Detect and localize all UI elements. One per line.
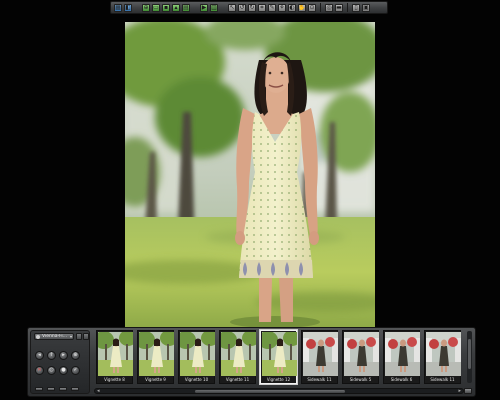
web-gallery-icon[interactable]: ▥ [210,3,218,12]
previous-image-button[interactable]: ◂ [35,351,44,360]
sort-button[interactable] [83,333,89,340]
scrollbar-thumb[interactable] [195,390,345,393]
levels-icon[interactable]: ◐ [288,3,296,12]
crop-icon[interactable]: ⌗ [258,3,266,12]
pick-button[interactable]: ✓ [71,366,80,375]
filmstrip-icon[interactable]: ▬ [335,3,343,12]
thumbnail[interactable]: Vignette 10 [178,330,215,384]
chevron-down-icon: ▾ [69,334,72,339]
main-photo-image [125,22,375,327]
thumbnail[interactable]: Sidewalk 6 [383,330,420,384]
scroll-right-icon[interactable]: ▸ [458,388,461,394]
thumbnail-caption: Sidewalk 11 [430,377,455,382]
thumbnail-caption: Vignette 9 [145,377,166,382]
thumbnail-caption: Vignette 12 [266,377,291,382]
info-panel-icon[interactable]: ▯ [352,3,360,12]
thumbnail-caption: Vignette 8 [104,377,125,382]
filmstrip-vertical-scrollbar[interactable] [467,331,472,383]
save-icon[interactable]: ▪ [162,3,170,12]
zoom-icon[interactable]: ⊙ [308,3,316,12]
thumbnail-strip: Vignette 8 Vignette 9 Vignette 10 Vignette … [94,330,466,386]
grid-view-button[interactable] [71,387,79,391]
thumbnail-caption: Vignette 11 [225,377,250,382]
thumbnail[interactable]: Sidewalk 5 [342,330,379,384]
unflag-button[interactable]: ○ [47,366,56,375]
import-icon[interactable]: ⊕ [142,3,150,12]
thumbnail-caption: Sidewalk 6 [390,377,413,382]
thumbnail-caption: Sidewalk 11 [307,377,332,382]
navigation-control-pad: Vienna-Fi… ▾ ◂ ↑ ▸ ⊕ ✕ ○ ● ✓ [30,330,90,394]
stamp-icon[interactable]: ⚘ [278,3,286,12]
thumbnail-image [262,332,297,376]
print-icon[interactable]: ▤ [182,3,190,12]
thumbnail-image [426,332,461,376]
filmstrip-scrollbar[interactable]: ◂ ▸ [94,388,464,394]
large-thumbnails-button[interactable] [59,387,67,391]
thumbnail[interactable]: Sidewalk 11 [424,330,461,384]
panel-resize-button[interactable] [464,388,472,394]
filter-button[interactable] [76,333,82,340]
scroll-left-icon[interactable]: ◂ [97,388,100,394]
toolbar-separator [347,3,348,12]
project-icon [36,335,40,339]
select-tool-icon[interactable]: ↖ [228,3,236,12]
thumbnail-image [98,332,133,376]
main-photo-viewer[interactable] [125,22,375,327]
project-dropdown[interactable]: Vienna-Fi… ▾ [34,333,74,340]
brush-icon[interactable]: ✎ [268,3,276,12]
tile-view-icon[interactable]: ▦ [114,3,122,12]
thumbnail-caption: Sidewalk 5 [349,377,372,382]
main-toolbar: ▦ ◧ ⊕ ▭ ▪ ▴ ▤ ▶ ▥ ↖ ↺ ↻ ⌗ ✎ ⚘ ◐ ✋ ⊙ ◎ ▬ ▯ ▣ [110,1,388,14]
thumbnail-selected[interactable]: Vignette 12 [260,330,297,384]
compare-view-icon[interactable]: ◧ [124,3,132,12]
thumbnail-image [385,332,420,376]
rotate-right-icon[interactable]: ↻ [248,3,256,12]
rotate-left-icon[interactable]: ↺ [238,3,246,12]
thumbnail-image [221,332,256,376]
slideshow-icon[interactable]: ▶ [200,3,208,12]
zoom-in-button[interactable]: ⊕ [71,351,80,360]
thumbnail-image [180,332,215,376]
reject-button[interactable]: ✕ [35,366,44,375]
thumbnail[interactable]: Vignette 11 [219,330,256,384]
thumbnail[interactable]: Sidewalk 11 [301,330,338,384]
project-dropdown-label: Vienna-Fi… [42,334,68,339]
small-thumbnails-button[interactable] [35,387,43,391]
flag-button[interactable]: ● [59,366,68,375]
thumbnail[interactable]: Vignette 8 [96,330,133,384]
scrollbar-thumb[interactable] [468,339,471,369]
thumbnail-image [344,332,379,376]
thumbnail[interactable]: Vignette 9 [137,330,174,384]
thumbnail-image [303,332,338,376]
export-icon[interactable]: ▴ [172,3,180,12]
move-up-button[interactable]: ↑ [47,351,56,360]
hand-tool-icon[interactable]: ✋ [298,3,306,12]
next-image-button[interactable]: ▸ [59,351,68,360]
loupe-icon[interactable]: ◎ [325,3,333,12]
thumbnail-caption: Vignette 10 [184,377,209,382]
full-screen-icon[interactable]: ▣ [362,3,370,12]
thumbnail-image [139,332,174,376]
toolbar-separator [320,3,321,12]
open-folder-icon[interactable]: ▭ [152,3,160,12]
medium-thumbnails-button[interactable] [47,387,55,391]
filmstrip-panel: Vienna-Fi… ▾ ◂ ↑ ▸ ⊕ ✕ ○ ● ✓ Vignette 8V… [27,327,476,397]
